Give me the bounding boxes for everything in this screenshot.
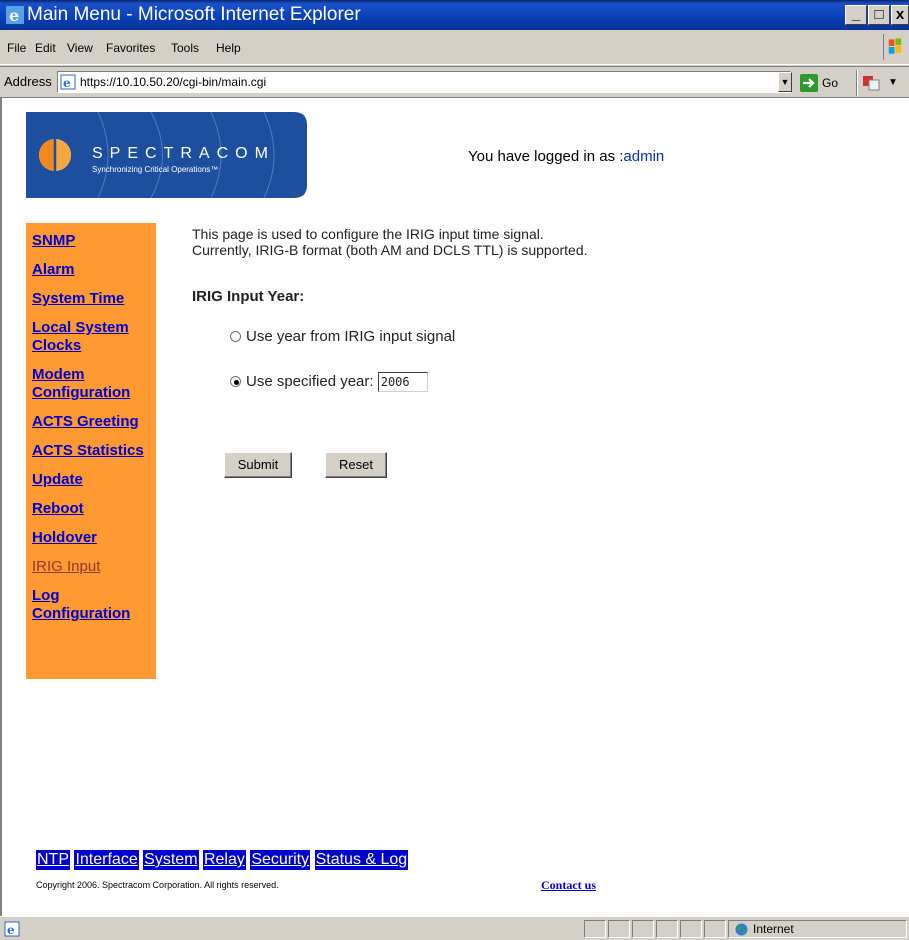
sidebar-menu: SNMP Alarm System Time Local System Cloc… <box>26 223 156 679</box>
bottom-nav-ntp[interactable]: NTP <box>36 850 70 870</box>
login-username: admin <box>623 148 665 165</box>
windows-logo-icon <box>883 34 902 60</box>
sidebar-item-snmp[interactable]: SNMP <box>32 232 156 250</box>
irig-form: This page is used to configure the IRIG … <box>192 226 892 478</box>
status-cell <box>584 920 606 938</box>
menu-tools[interactable]: Tools <box>171 31 199 65</box>
window-title: Main Menu - Microsoft Internet Explorer <box>27 4 361 25</box>
radio-irig-signal-year[interactable] <box>230 331 241 342</box>
menu-bar: File Edit View Favorites Tools Help <box>0 31 909 65</box>
sidebar-item-acts-greeting[interactable]: ACTS Greeting <box>32 413 156 431</box>
security-zone-label: Internet <box>753 922 794 936</box>
tool-dropdown-icon: ▼ <box>888 77 898 88</box>
logo-brand: SPECTRACOM <box>92 145 275 162</box>
bottom-nav-status-log[interactable]: Status & Log <box>314 850 409 870</box>
option-irig-signal-year: Use year from IRIG input signal <box>230 328 455 345</box>
status-cell <box>704 920 726 938</box>
address-bar: Address e https://10.10.50.20/cgi-bin/ma… <box>0 66 909 98</box>
svg-text:e: e <box>7 923 15 937</box>
sidebar-item-holdover[interactable]: Holdover <box>32 529 156 547</box>
status-cell <box>632 920 654 938</box>
page-description: This page is used to configure the IRIG … <box>192 226 892 258</box>
sidebar-item-update[interactable]: Update <box>32 471 156 489</box>
option-specified-year: Use specified year: 2006 <box>230 372 428 392</box>
login-status-prefix: You have logged in as : <box>468 148 624 165</box>
translate-icon <box>863 76 880 91</box>
menu-favorites[interactable]: Favorites <box>106 31 155 65</box>
menu-edit[interactable]: Edit <box>35 31 56 65</box>
address-input[interactable]: e https://10.10.50.20/cgi-bin/main.cgi <box>57 71 791 93</box>
bottom-nav-relay[interactable]: Relay <box>202 850 246 870</box>
sidebar-item-alarm[interactable]: Alarm <box>32 261 156 279</box>
sidebar-item-acts-statistics[interactable]: ACTS Statistics <box>32 442 156 460</box>
page-icon: e <box>60 74 76 90</box>
status-bar: e Internet <box>0 916 909 940</box>
address-url: https://10.10.50.20/cgi-bin/main.cgi <box>80 75 267 89</box>
minimize-button[interactable]: _ <box>845 5 867 25</box>
contact-us-link[interactable]: Contact us <box>541 878 596 893</box>
status-cell <box>608 920 630 938</box>
sidebar-item-system-time[interactable]: System Time <box>32 290 156 308</box>
logo-tagline: Synchronizing Critical Operations™ <box>92 165 218 174</box>
description-line-2: Currently, IRIG-B format (both AM and DC… <box>192 242 588 258</box>
radio-specified-year[interactable] <box>230 375 241 387</box>
go-button[interactable]: Go <box>800 73 852 93</box>
submit-button[interactable]: Submit <box>224 452 292 478</box>
section-title: IRIG Input Year: <box>192 288 305 305</box>
address-label: Address <box>4 74 52 89</box>
maximize-button[interactable]: □ <box>868 5 890 25</box>
translate-tool-button[interactable]: ▼ <box>862 73 902 93</box>
menu-file[interactable]: File <box>7 31 26 65</box>
bottom-nav-system[interactable]: System <box>143 850 199 870</box>
sidebar-item-irig-input[interactable]: IRIG Input <box>32 558 156 576</box>
globe-icon <box>735 923 748 936</box>
page-content: SPECTRACOM Synchronizing Critical Operat… <box>0 98 909 916</box>
status-cell <box>680 920 702 938</box>
reset-button[interactable]: Reset <box>325 452 387 478</box>
close-button[interactable]: x <box>891 5 909 25</box>
status-cell <box>656 920 678 938</box>
page-status-icon: e <box>4 921 20 937</box>
security-zone: Internet <box>728 920 907 938</box>
option-specified-year-label: Use specified year: <box>246 372 374 390</box>
svg-text:e: e <box>9 6 19 24</box>
address-dropdown-button[interactable]: ▼ <box>778 72 792 92</box>
go-label: Go <box>822 76 839 90</box>
spectracom-logo: SPECTRACOM Synchronizing Critical Operat… <box>26 112 307 198</box>
description-line-1: This page is used to configure the IRIG … <box>192 226 544 242</box>
option-irig-signal-year-label: Use year from IRIG input signal <box>246 328 456 345</box>
internet-explorer-icon: e <box>6 6 24 24</box>
toolbar-separator <box>856 70 858 96</box>
year-input[interactable]: 2006 <box>377 372 428 392</box>
bottom-nav-security[interactable]: Security <box>250 850 311 870</box>
menu-help[interactable]: Help <box>216 31 241 65</box>
menu-view[interactable]: View <box>67 31 93 65</box>
window-title-bar[interactable]: e Main Menu - Microsoft Internet Explore… <box>0 0 909 30</box>
sidebar-item-modem-configuration[interactable]: Modem Configuration <box>32 366 156 402</box>
bottom-navigation: NTP Interface System Relay Security Stat… <box>36 850 409 870</box>
login-status: You have logged in as :admin <box>468 148 664 165</box>
svg-text:e: e <box>63 76 71 90</box>
sidebar-item-log-configuration[interactable]: Log Configuration <box>32 587 156 623</box>
sidebar-item-reboot[interactable]: Reboot <box>32 500 156 518</box>
go-arrow-icon <box>800 74 818 92</box>
sidebar-item-local-system-clocks[interactable]: Local System Clocks <box>32 319 156 355</box>
bottom-nav-interface[interactable]: Interface <box>74 850 139 870</box>
copyright-text: Copyright 2006. Spectracom Corporation. … <box>36 880 279 890</box>
